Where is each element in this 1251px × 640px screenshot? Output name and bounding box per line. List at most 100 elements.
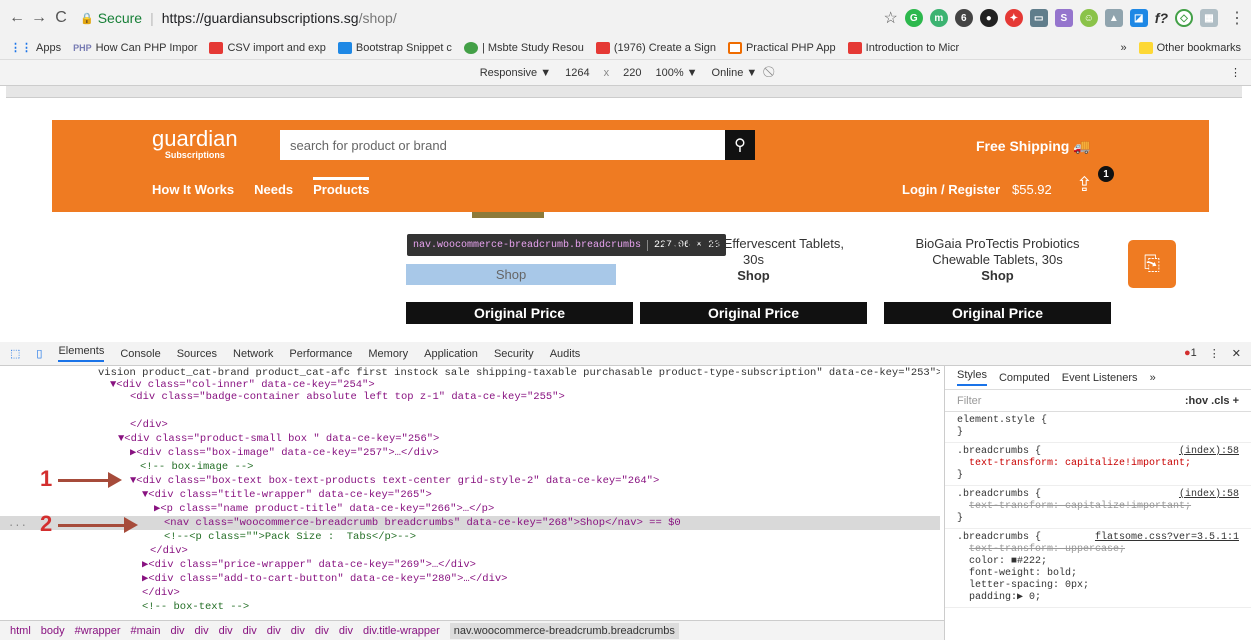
extension-green-icon[interactable]: G <box>904 9 923 27</box>
styles-filter[interactable]: Filter :hov .cls + <box>945 390 1251 412</box>
reload-button[interactable]: C <box>50 7 72 29</box>
nav-products[interactable]: Products <box>313 177 370 197</box>
crumb[interactable]: div <box>170 625 184 637</box>
back-button[interactable]: ← <box>6 7 28 29</box>
extension-color-icon[interactable]: ✦ <box>1004 9 1023 27</box>
bookmark-intro[interactable]: Introduction to Micr <box>847 41 959 54</box>
tab-styles[interactable]: Styles <box>957 369 987 386</box>
crumb[interactable]: div <box>267 625 281 637</box>
dom-line[interactable]: ▶<div class="price-wrapper" data-ce-key=… <box>0 558 940 572</box>
extension-chat-icon[interactable]: ▭ <box>1029 9 1048 27</box>
tab-event-listeners[interactable]: Event Listeners <box>1062 372 1138 384</box>
tab-console[interactable]: Console <box>120 348 160 360</box>
address-bar[interactable]: 🔒 Secure | https://guardiansubscriptions… <box>80 5 820 31</box>
bookmark-bootstrap[interactable]: Bootstrap Snippet c <box>337 41 452 54</box>
product-title[interactable]: cca Boost Effervescent Tablets, 30s <box>640 236 867 268</box>
extension-s-icon[interactable]: S <box>1054 9 1073 27</box>
crumb[interactable]: body <box>41 625 65 637</box>
breadcrumb-shop-highlight[interactable]: Shop <box>406 264 616 285</box>
dom-line[interactable]: <!-- box-image --> <box>0 460 940 474</box>
more-bookmarks[interactable]: » <box>1121 42 1127 54</box>
site-logo[interactable]: guardian Subscriptions <box>152 128 238 161</box>
dom-line[interactable]: ▼<div class="title-wrapper" data-ce-key=… <box>0 488 940 502</box>
crumb[interactable]: div.title-wrapper <box>363 625 440 637</box>
style-rule[interactable]: .breadcrumbs {(index):58 text-transform:… <box>945 443 1251 486</box>
dom-line[interactable]: ▼<div class="box-text box-text-products … <box>0 474 940 488</box>
extension-fx-icon[interactable]: f? <box>1155 10 1168 26</box>
original-price-button[interactable]: Original Price <box>884 302 1111 324</box>
style-rule-element[interactable]: element.style { } <box>945 412 1251 443</box>
nav-how-it-works[interactable]: How It Works <box>152 182 234 197</box>
tab-application[interactable]: Application <box>424 348 478 360</box>
extension-lock-icon[interactable]: ▲ <box>1104 9 1123 27</box>
search-input[interactable]: search for product or brand <box>280 130 725 160</box>
tab-audits[interactable]: Audits <box>550 348 581 360</box>
tab-memory[interactable]: Memory <box>368 348 408 360</box>
tab-sources[interactable]: Sources <box>177 348 217 360</box>
crumb[interactable]: div <box>195 625 209 637</box>
extension-circle-icon[interactable]: ● <box>979 9 998 27</box>
devtools-menu-icon[interactable]: ⋮ <box>1209 347 1220 360</box>
dom-line[interactable]: </div> <box>0 418 940 432</box>
tab-elements[interactable]: Elements <box>58 345 105 362</box>
dom-line[interactable]: ▶<p class="name product-title" data-ce-k… <box>0 502 940 516</box>
original-price-button[interactable]: Original Price <box>640 302 867 324</box>
crumb[interactable]: div <box>315 625 329 637</box>
dom-line-selected[interactable]: <nav class="woocommerce-breadcrumb bread… <box>0 516 940 530</box>
bookmark-csv[interactable]: CSV import and exp <box>209 41 326 54</box>
device-menu-icon[interactable]: ⋮ <box>1230 66 1241 79</box>
extension-profile-icon[interactable]: ▦ <box>1200 9 1218 27</box>
filter-tools[interactable]: :hov .cls + <box>1185 395 1239 407</box>
crumb[interactable]: div <box>243 625 257 637</box>
tab-network[interactable]: Network <box>233 348 273 360</box>
tab-more[interactable]: » <box>1150 372 1156 384</box>
dom-line[interactable]: </div> <box>0 586 940 600</box>
style-rule[interactable]: .breadcrumbs {(index):58 text-transform:… <box>945 486 1251 529</box>
style-rule[interactable]: .breadcrumbs {flatsome.css?ver=3.5.1:1 t… <box>945 529 1251 608</box>
extension-blue-icon[interactable]: ◪ <box>1129 9 1148 27</box>
viewport-height[interactable]: 220 <box>623 67 641 79</box>
original-price-button[interactable]: Original Price <box>406 302 633 324</box>
search-button[interactable]: ⚲ <box>725 130 755 160</box>
dom-line[interactable]: ▼<div class="product-small box " data-ce… <box>0 432 940 446</box>
network-select[interactable]: Online ▼ <box>712 67 758 79</box>
crumb[interactable]: div <box>219 625 233 637</box>
star-icon[interactable]: ☆ <box>883 8 897 28</box>
close-icon[interactable]: ✕ <box>1232 347 1241 360</box>
menu-icon[interactable]: ⋮ <box>1225 8 1245 28</box>
extension-m-icon[interactable]: m <box>929 9 948 27</box>
extension-face-icon[interactable]: ☺ <box>1079 9 1098 27</box>
extension-diamond-icon[interactable]: ◇ <box>1175 9 1193 27</box>
inspect-icon[interactable]: ⬚ <box>10 347 20 360</box>
media-query-ruler[interactable] <box>6 86 1242 98</box>
dom-line[interactable]: </div> <box>0 544 940 558</box>
dom-line[interactable]: <div class="badge-container absolute lef… <box>0 390 940 404</box>
bookmark-msbte[interactable]: | Msbte Study Resou <box>463 41 584 54</box>
product-title[interactable]: BioGaia ProTectis Probiotics Chewable Ta… <box>884 236 1111 268</box>
zoom-select[interactable]: 100% ▼ <box>655 67 697 79</box>
tab-computed[interactable]: Computed <box>999 372 1050 384</box>
viewport-width[interactable]: 1264 <box>565 67 589 79</box>
dom-line[interactable]: <!-- box-text --> <box>0 600 940 614</box>
login-register-link[interactable]: Login / Register <box>902 182 1000 197</box>
bookmark-apps[interactable]: ⋮⋮ Apps <box>10 41 61 55</box>
dom-line[interactable]: ▶<div class="add-to-cart-button" data-ce… <box>0 572 940 586</box>
nav-needs[interactable]: Needs <box>254 182 293 197</box>
crumb-selected[interactable]: nav.woocommerce-breadcrumb.breadcrumbs <box>449 622 679 639</box>
bookmark-create-sign[interactable]: (1976) Create a Sign <box>595 41 716 54</box>
bookmark-php[interactable]: PHP How Can PHP Impor <box>73 42 197 54</box>
dom-line[interactable]: <!--<p class="">Pack Size : Tabs</p>--> <box>0 530 940 544</box>
tab-performance[interactable]: Performance <box>289 348 352 360</box>
crumb[interactable]: #wrapper <box>75 625 121 637</box>
chat-button[interactable]: ⎘ <box>1128 240 1176 288</box>
other-bookmarks[interactable]: Other bookmarks <box>1138 41 1241 54</box>
bookmark-practical-php[interactable]: Practical PHP App <box>727 41 836 54</box>
device-toggle-icon[interactable]: ▯ <box>36 347 42 360</box>
error-indicator[interactable]: ●1 <box>1184 347 1197 360</box>
tab-security[interactable]: Security <box>494 348 534 360</box>
extension-dark-icon[interactable]: 6 <box>954 9 973 27</box>
crumb[interactable]: #main <box>131 625 161 637</box>
forward-button[interactable]: → <box>28 7 50 29</box>
device-mode-select[interactable]: Responsive ▼ <box>480 67 551 79</box>
crumb[interactable]: div <box>291 625 305 637</box>
